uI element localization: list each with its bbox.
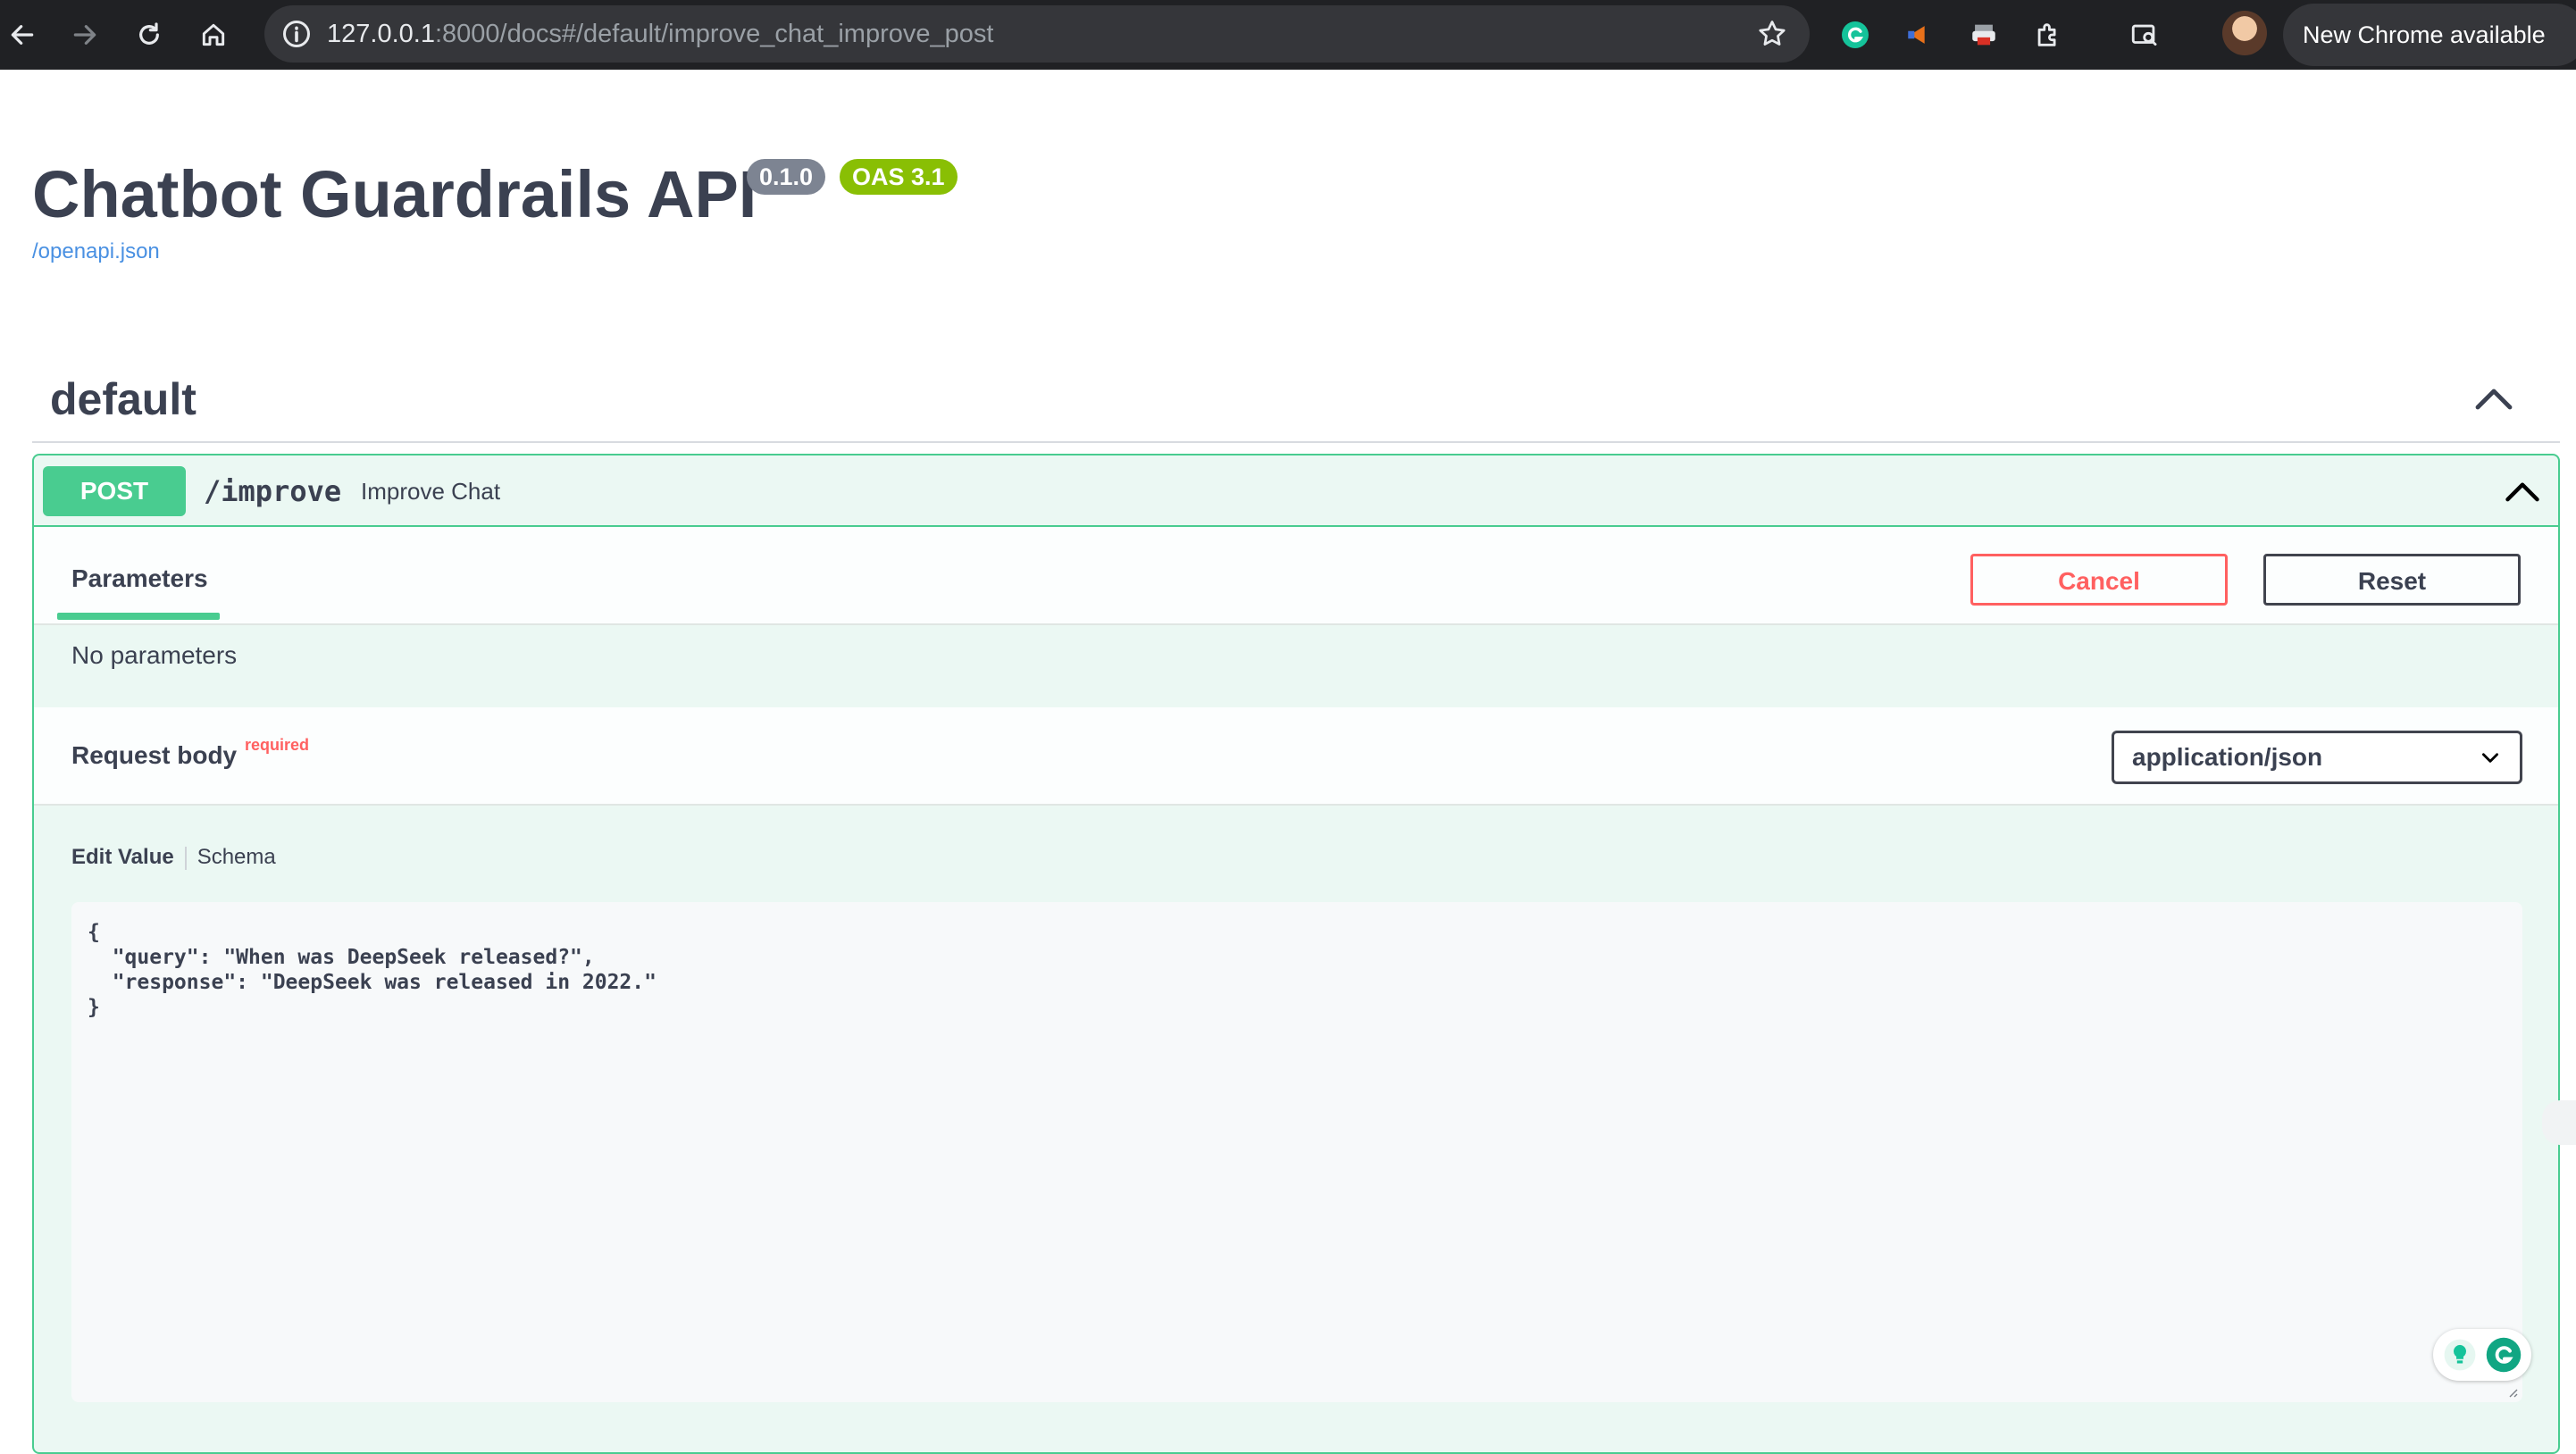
search-tabs-icon[interactable] (2122, 13, 2167, 57)
forward-arrow-icon[interactable] (63, 13, 107, 57)
openapi-json-link[interactable]: /openapi.json (32, 239, 160, 264)
method-badge: POST (43, 466, 186, 516)
tab-edit-value[interactable]: Edit Value (71, 845, 174, 869)
extensions-puzzle-icon[interactable] (2026, 13, 2070, 57)
body-view-tabs: Edit Value Schema (71, 845, 276, 870)
chevron-down-icon (2482, 753, 2498, 763)
bookmark-star-icon[interactable] (1756, 18, 1788, 50)
no-parameters-text: No parameters (71, 641, 238, 669)
version-badge: 0.1.0 (747, 159, 826, 195)
oas-badge: OAS 3.1 (840, 159, 958, 195)
url-host: 127.0.0.1 (327, 20, 435, 48)
grammarly-extension-icon[interactable] (1833, 13, 1878, 57)
content-type-value: application/json (2132, 743, 2323, 771)
operation-summary[interactable]: POST /improve Improve Chat (34, 455, 2558, 527)
resize-handle-icon[interactable] (2505, 1384, 2519, 1399)
grammarly-widget[interactable] (2433, 1329, 2531, 1381)
browser-toolbar: 127.0.0.1:8000/docs#/default/improve_cha… (0, 0, 2576, 70)
request-body-editor[interactable]: { "query": "When was DeepSeek released?"… (71, 902, 2531, 1402)
required-marker: required (245, 736, 310, 754)
tab-parameters[interactable]: Parameters (71, 564, 208, 593)
url-path: :8000/docs#/default/improve_chat_improve… (434, 20, 994, 48)
url-text[interactable]: 127.0.0.1:8000/docs#/default/improve_cha… (327, 5, 993, 63)
chevron-up-icon[interactable] (2472, 380, 2515, 416)
print-extension-icon[interactable] (1961, 13, 2006, 57)
chrome-update-button[interactable]: New Chrome available (2283, 4, 2576, 66)
request-body-title: Request body (71, 741, 238, 769)
request-body-header: Request body required application/json (34, 707, 2558, 806)
home-icon[interactable] (191, 13, 236, 57)
operation-description: Improve Chat (361, 478, 501, 505)
chevron-up-icon[interactable] (2503, 473, 2542, 509)
reload-icon[interactable] (127, 13, 171, 57)
tab-separator (184, 846, 187, 870)
tab-schema[interactable]: Schema (197, 845, 276, 869)
request-body-json[interactable]: { "query": "When was DeepSeek released?"… (88, 920, 657, 1020)
grammarly-g-icon[interactable] (2485, 1336, 2522, 1374)
profile-avatar[interactable] (2222, 11, 2267, 55)
address-bar[interactable]: 127.0.0.1:8000/docs#/default/improve_cha… (264, 5, 1810, 63)
megaphone-extension-icon[interactable] (1897, 13, 1942, 57)
reset-button[interactable]: Reset (2263, 554, 2521, 606)
side-panel-tab[interactable] (2542, 1100, 2576, 1145)
tab-active-indicator (57, 613, 220, 620)
api-title: Chatbot Guardrails API (32, 157, 757, 231)
section-divider (32, 441, 2560, 443)
site-info-icon[interactable] (279, 16, 314, 52)
parameters-header: Parameters Cancel Reset (34, 527, 2558, 625)
cancel-button[interactable]: Cancel (1970, 554, 2228, 606)
operation-path: /improve (204, 474, 342, 508)
lightbulb-icon[interactable] (2443, 1338, 2477, 1372)
post-improve-operation: POST /improve Improve Chat Parameters Ca… (32, 454, 2560, 1454)
content-type-select[interactable]: application/json (2112, 731, 2522, 784)
back-arrow-icon[interactable] (0, 13, 45, 57)
tag-section-title[interactable]: default (50, 368, 197, 430)
